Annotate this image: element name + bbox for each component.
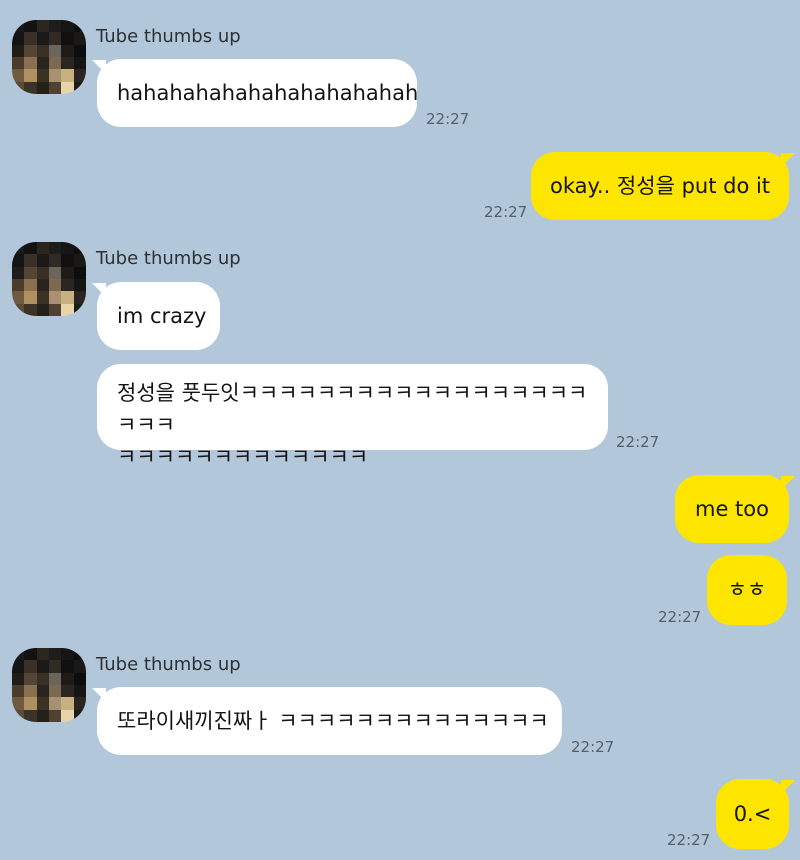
- sender-name: Tube thumbs up: [96, 26, 241, 47]
- message-line: 정성을 풋두잇ㅋㅋㅋㅋㅋㅋㅋㅋㅋㅋㅋㅋㅋㅋㅋㅋㅋㅋㅋㅋㅋ: [117, 381, 588, 437]
- message-bubble[interactable]: 또라이새끼진짜ㅏ ㅋㅋㅋㅋㅋㅋㅋㅋㅋㅋㅋㅋㅋㅋ: [97, 687, 562, 755]
- message-bubble[interactable]: me too: [675, 475, 789, 543]
- avatar[interactable]: [12, 242, 86, 316]
- message-bubble[interactable]: im crazy: [97, 282, 220, 350]
- bubble-tail: [781, 153, 795, 167]
- avatar[interactable]: [12, 20, 86, 94]
- message-timestamp: 22:27: [426, 110, 470, 128]
- message-timestamp: 22:27: [667, 831, 711, 849]
- message-bubble[interactable]: okay.. 정성을 put do it: [531, 152, 789, 220]
- message-timestamp: 22:27: [658, 608, 702, 626]
- bubble-tail: [781, 780, 795, 794]
- sender-name: Tube thumbs up: [96, 248, 241, 269]
- message-timestamp: 22:27: [484, 203, 528, 221]
- sender-name: Tube thumbs up: [96, 654, 241, 675]
- avatar[interactable]: [12, 648, 86, 722]
- message-bubble[interactable]: hahahahahahahahahahahah: [97, 59, 418, 127]
- message-bubble[interactable]: 정성을 풋두잇ㅋㅋㅋㅋㅋㅋㅋㅋㅋㅋㅋㅋㅋㅋㅋㅋㅋㅋㅋㅋㅋ ㅋㅋㅋㅋㅋㅋㅋㅋㅋㅋㅋ…: [97, 364, 608, 469]
- message-timestamp: 22:27: [571, 738, 615, 756]
- bubble-tail: [781, 476, 795, 490]
- message-bubble[interactable]: 0.<: [716, 779, 789, 849]
- message-line: ㅋㅋㅋㅋㅋㅋㅋㅋㅋㅋㅋㅋㅋ: [117, 445, 369, 469]
- message-timestamp: 22:27: [616, 433, 660, 451]
- message-bubble[interactable]: ㅎㅎ: [707, 555, 787, 625]
